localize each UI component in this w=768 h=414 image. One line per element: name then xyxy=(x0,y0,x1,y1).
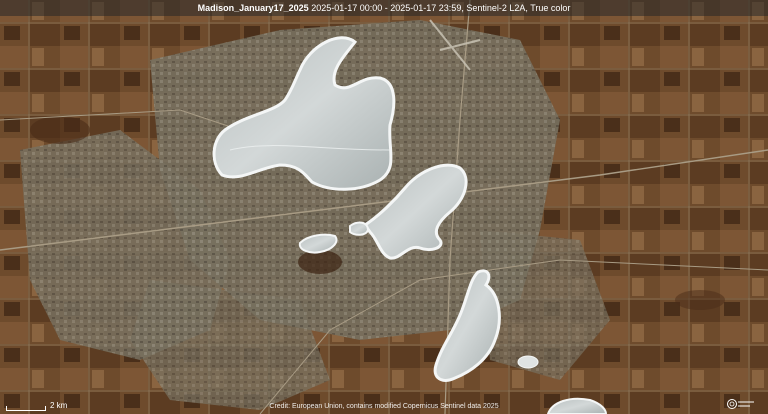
small-pond xyxy=(517,355,539,369)
image-title-bar: Madison_January17_2025 2025-01-17 00:00 … xyxy=(0,0,768,16)
attribution-credit: Credit: European Union, contains modifie… xyxy=(269,403,499,410)
copernicus-logo-icon xyxy=(727,399,754,409)
wetland-patch xyxy=(675,290,725,310)
wetland-patch xyxy=(30,116,90,144)
image-details: 2025-01-17 00:00 - 2025-01-17 23:59, Sen… xyxy=(311,3,571,13)
lake-monona-bay xyxy=(349,221,370,236)
wetland-patch xyxy=(298,250,342,274)
location-title: Madison_January17_2025 xyxy=(197,3,309,13)
satellite-map[interactable] xyxy=(0,0,768,414)
